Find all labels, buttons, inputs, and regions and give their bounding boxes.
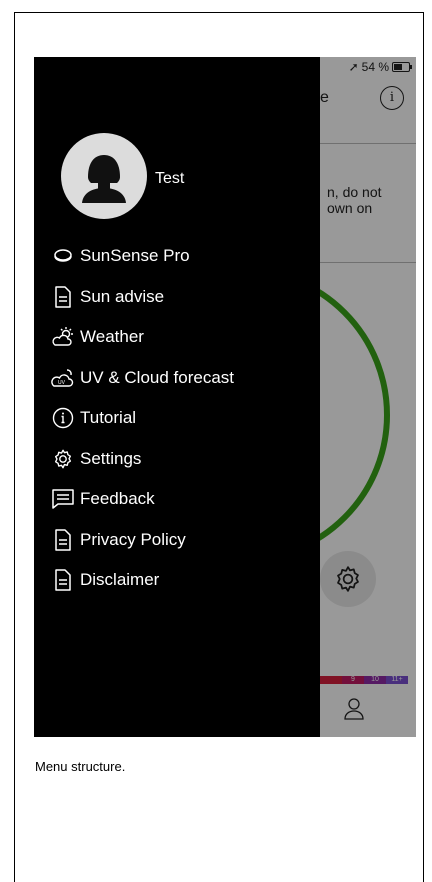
menu-item-label: UV & Cloud forecast (80, 367, 235, 387)
feedback-icon (51, 487, 75, 511)
document-icon (51, 285, 75, 309)
menu-item-label: Feedback (80, 489, 155, 509)
svg-text:UV: UV (58, 380, 66, 386)
uv-cloud-icon: UV (51, 366, 75, 390)
menu-item-privacy-policy[interactable]: Privacy Policy (51, 520, 234, 561)
menu-item-label: Sun advise (80, 286, 165, 306)
menu-item-label: Tutorial (80, 408, 137, 428)
menu-item-settings[interactable]: Settings (51, 439, 234, 480)
sensor-icon (51, 244, 75, 268)
menu-item-label: Privacy Policy (80, 529, 186, 549)
menu-item-label: Weather (80, 327, 144, 347)
menu-item-label: Disclaimer (80, 570, 160, 590)
drawer-menu: SunSense Pro Sun advise Weather UV UV & … (51, 236, 234, 601)
menu-item-sunsense-pro[interactable]: SunSense Pro (51, 236, 234, 277)
avatar[interactable] (61, 133, 147, 219)
figure-caption: Menu structure. (35, 759, 126, 774)
menu-item-label: SunSense Pro (80, 246, 190, 266)
menu-item-sun-advise[interactable]: Sun advise (51, 277, 234, 318)
menu-item-weather[interactable]: Weather (51, 317, 234, 358)
gear-icon (51, 447, 75, 471)
menu-item-label: Settings (80, 448, 142, 468)
side-menu-drawer: Test SunSense Pro Sun advise Weather UV … (34, 57, 320, 737)
info-icon (51, 406, 75, 430)
menu-item-disclaimer[interactable]: Disclaimer (51, 560, 234, 601)
user-avatar-icon (82, 155, 126, 203)
menu-item-feedback[interactable]: Feedback (51, 479, 234, 520)
username: Test (155, 170, 185, 187)
document-icon (51, 528, 75, 552)
menu-item-tutorial[interactable]: Tutorial (51, 398, 234, 439)
cloud-sun-icon (51, 325, 75, 349)
menu-item-uv-cloud-forecast[interactable]: UV UV & Cloud forecast (51, 358, 234, 399)
phone-screen: ➚ 54 % e i n, do not own on 4 15 6 9 10 … (34, 57, 416, 737)
document-icon (51, 568, 75, 592)
